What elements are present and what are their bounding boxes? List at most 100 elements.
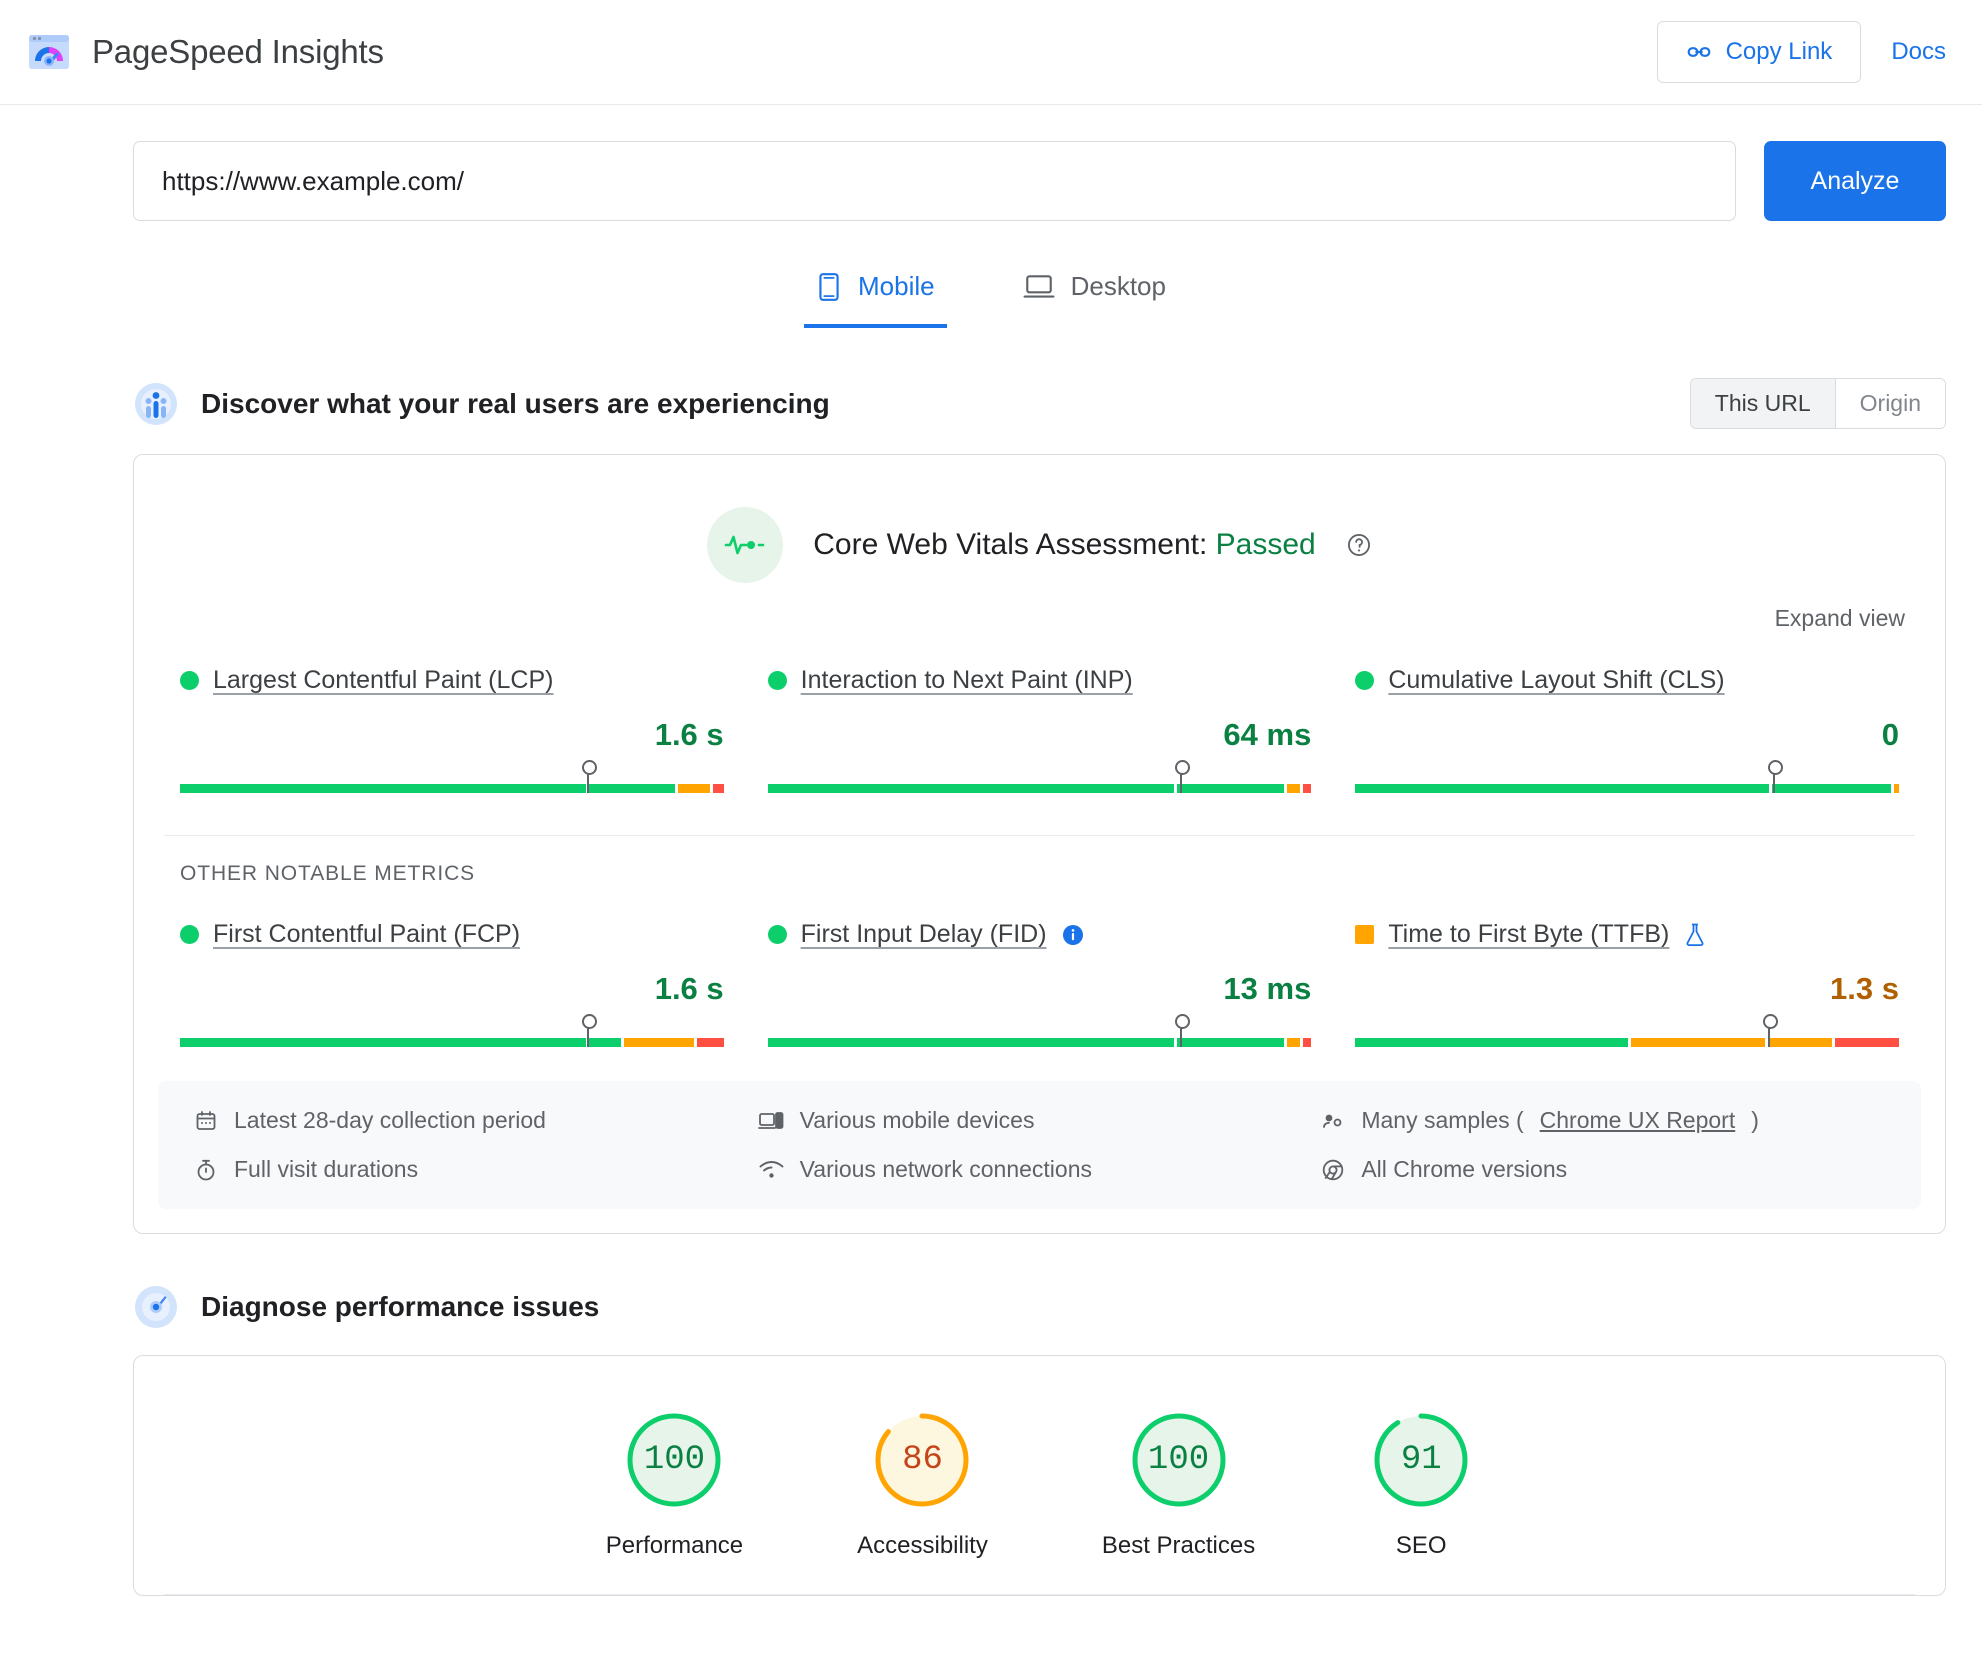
distribution-segment-avg [1286,1038,1301,1047]
metric-label-row: Interaction to Next Paint (INP) [767,666,1312,695]
analyze-button[interactable]: Analyze [1764,141,1946,221]
category-scores: 100 Performance 86 Accessibility 100 Best Pra… [134,1356,1945,1594]
distribution-segment-good [1772,784,1891,793]
tab-desktop[interactable]: Desktop [1011,265,1178,328]
metric-percentile-marker [1767,760,1783,793]
footnote-text: Many samples ( [1361,1107,1524,1133]
distribution-segment-good [589,1038,622,1047]
info-icon[interactable] [1061,923,1085,947]
score-gauge-performance[interactable]: 100 Performance [606,1408,743,1560]
score-gauge-seo[interactable]: 91 SEO [1369,1408,1473,1560]
metric-percentile-marker [1174,760,1190,793]
score-value: 100 [643,1441,706,1479]
status-dot-icon [767,925,787,944]
metric-distribution-bar [180,1013,724,1047]
metric-value: 1.6 s [654,971,724,1006]
scope-this-url[interactable]: This URL [1690,379,1835,428]
distribution-segment-avg [1631,1038,1765,1047]
help-circle-icon[interactable] [1346,532,1372,558]
gauge-ring: 100 [1127,1408,1231,1512]
metric-name[interactable]: Largest Contentful Paint (LCP) [213,666,553,695]
footnote-text: Latest 28-day collection period [234,1107,546,1133]
status-dot-icon [180,671,199,690]
metric-label-row: First Contentful Paint (FCP) [180,920,724,949]
metric-name[interactable]: First Contentful Paint (FCP) [213,920,520,949]
status-dot-icon [767,671,787,690]
distribution-segment-good [767,784,1174,793]
metric-name[interactable]: Cumulative Layout Shift (CLS) [1388,666,1724,695]
metric-name[interactable]: First Input Delay (FID) [801,920,1047,949]
metric-distribution-bar [1355,759,1899,793]
desktop-icon [1023,272,1055,302]
metric-percentile-marker [1762,1014,1778,1047]
metric-distribution-bar [767,759,1312,793]
metric-percentile-marker [1174,1014,1190,1047]
samples-icon [1321,1109,1345,1133]
devices-icon [757,1109,784,1133]
metric-value: 1.6 s [654,717,724,752]
tab-mobile[interactable]: Mobile [804,265,947,328]
metric-name[interactable]: Interaction to Next Paint (INP) [801,666,1133,695]
chrome-icon [1321,1158,1345,1182]
distribution-segment-good [767,1038,1174,1047]
scope-origin[interactable]: Origin [1834,379,1945,428]
metric-card: First Input Delay (FID) 13 ms [746,920,1334,1047]
mobile-icon [816,272,842,302]
gauge-ring: 100 [622,1408,726,1512]
other-notable-metrics: First Contentful Paint (FCP) 1.6 s First I… [134,886,1945,1047]
distribution-segment-good [1177,1038,1284,1047]
distribution-segment-poor [1303,784,1312,793]
status-square-icon [1355,925,1375,944]
footnote-item: Various mobile devices [757,1107,1322,1134]
app-header: PageSpeed Insights Copy Link Docs [0,0,1982,105]
stopwatch-icon [194,1158,218,1182]
pulse-icon [707,507,784,583]
footnote-text: Various network connections [799,1156,1092,1182]
cwv-assessment: Core Web Vitals Assessment: Passed [134,455,1945,583]
form-factor-tabs: Mobile Desktop [0,265,1982,328]
link-icon [1686,39,1712,65]
metric-value: 0 [1881,717,1899,752]
score-label: Accessibility [857,1532,988,1559]
footnote-item: All Chrome versions [1321,1156,1885,1183]
metric-name[interactable]: Time to First Byte (TTFB) [1388,920,1669,949]
metric-label-row: Cumulative Layout Shift (CLS) [1355,666,1899,695]
metric-card: First Contentful Paint (FCP) 1.6 s [158,920,746,1047]
distribution-segment-avg [624,1038,694,1047]
header-actions: Copy Link Docs [1656,21,1946,83]
copy-link-button[interactable]: Copy Link [1656,21,1862,83]
status-dot-icon [180,925,199,944]
gauge-ring: 91 [1369,1408,1473,1512]
footnote-item: Full visit durations [194,1156,758,1183]
docs-link[interactable]: Docs [1891,38,1946,66]
distribution-segment-good [180,1038,587,1047]
score-gauge-best-practices[interactable]: 100 Best Practices [1102,1408,1255,1560]
score-label: SEO [1395,1532,1447,1559]
scores-divider [164,1594,1915,1595]
footnote-item: Latest 28-day collection period [194,1107,758,1134]
footnote-text: All Chrome versions [1361,1156,1568,1182]
footnote-item: Various network connections [758,1156,1322,1183]
pagespeed-logo-icon [26,29,72,75]
chrome-ux-report-link[interactable]: Chrome UX Report [1540,1107,1736,1134]
metric-label-row: Time to First Byte (TTFB) [1355,920,1899,949]
score-value: 100 [1147,1441,1210,1479]
lab-section-title: Diagnose performance issues [201,1291,600,1322]
expand-view-button[interactable]: Expand view [134,583,1945,632]
metric-card: Time to First Byte (TTFB) 1.3 s [1333,920,1921,1047]
cwv-prefix: Core Web Vitals Assessment: [813,528,1208,561]
distribution-segment-good [180,784,587,793]
distribution-segment-good [1355,1038,1629,1047]
metric-label-row: Largest Contentful Paint (LCP) [180,666,724,695]
app-title: PageSpeed Insights [92,33,384,70]
score-gauge-accessibility[interactable]: 86 Accessibility [857,1408,988,1560]
url-input[interactable] [133,141,1736,221]
footnote-text: Full visit durations [234,1156,419,1182]
brand: PageSpeed Insights [26,29,384,75]
core-web-vitals-metrics: Largest Contentful Paint (LCP) 1.6 s Inter… [134,632,1945,793]
score-label: Best Practices [1101,1532,1256,1559]
footnote-text: Various mobile devices [799,1107,1035,1133]
distribution-segment-good [589,784,675,793]
distribution-segment-poor [1303,1038,1312,1047]
distribution-segment-poor [712,784,724,793]
